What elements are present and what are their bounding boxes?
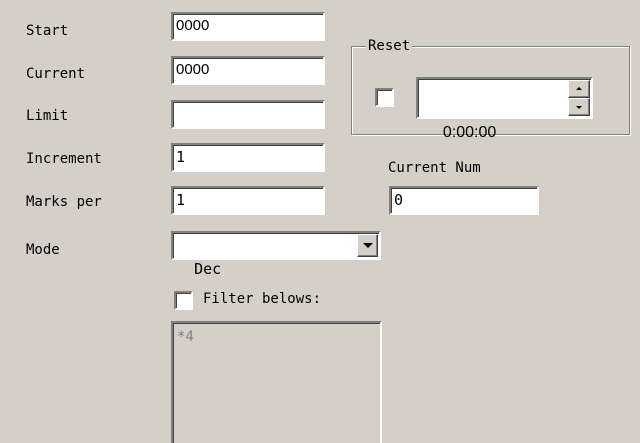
time-spin-down-button[interactable]: [568, 98, 590, 116]
start-input[interactable]: 0000: [171, 12, 325, 41]
marks-per-label: Marks per: [26, 194, 102, 210]
marks-per-input[interactable]: 1: [171, 186, 325, 215]
reset-checkbox[interactable]: [375, 88, 394, 107]
time-spin-up-button[interactable]: [568, 80, 590, 98]
current-label: Current: [26, 66, 86, 82]
reset-group-title: Reset: [366, 38, 413, 54]
filter-label: Filter belows:: [203, 291, 322, 307]
increment-label: Increment: [26, 151, 102, 167]
limit-input[interactable]: [171, 100, 325, 129]
mode-select[interactable]: Dec: [171, 231, 381, 278]
increment-input[interactable]: 1: [171, 143, 325, 172]
mode-select-value: Dec: [194, 260, 222, 278]
start-label: Start: [26, 23, 69, 39]
reset-time-input[interactable]: 0:00:00: [416, 77, 593, 141]
current-num-label: Current Num: [388, 160, 481, 176]
filter-text-area[interactable]: *4: [171, 321, 382, 443]
mode-label: Mode: [26, 242, 60, 258]
filter-checkbox[interactable]: [174, 291, 193, 310]
limit-label: Limit: [26, 108, 69, 124]
chevron-down-icon: [363, 243, 373, 248]
current-input[interactable]: 0000: [171, 56, 325, 85]
filter-text-value: *4: [177, 329, 194, 345]
spin-down-icon: [576, 106, 582, 109]
reset-time-value: 0:00:00: [442, 124, 497, 141]
mode-dropdown-button[interactable]: [357, 234, 378, 257]
spin-up-icon: [576, 87, 582, 90]
current-num-input[interactable]: 0: [389, 186, 539, 215]
